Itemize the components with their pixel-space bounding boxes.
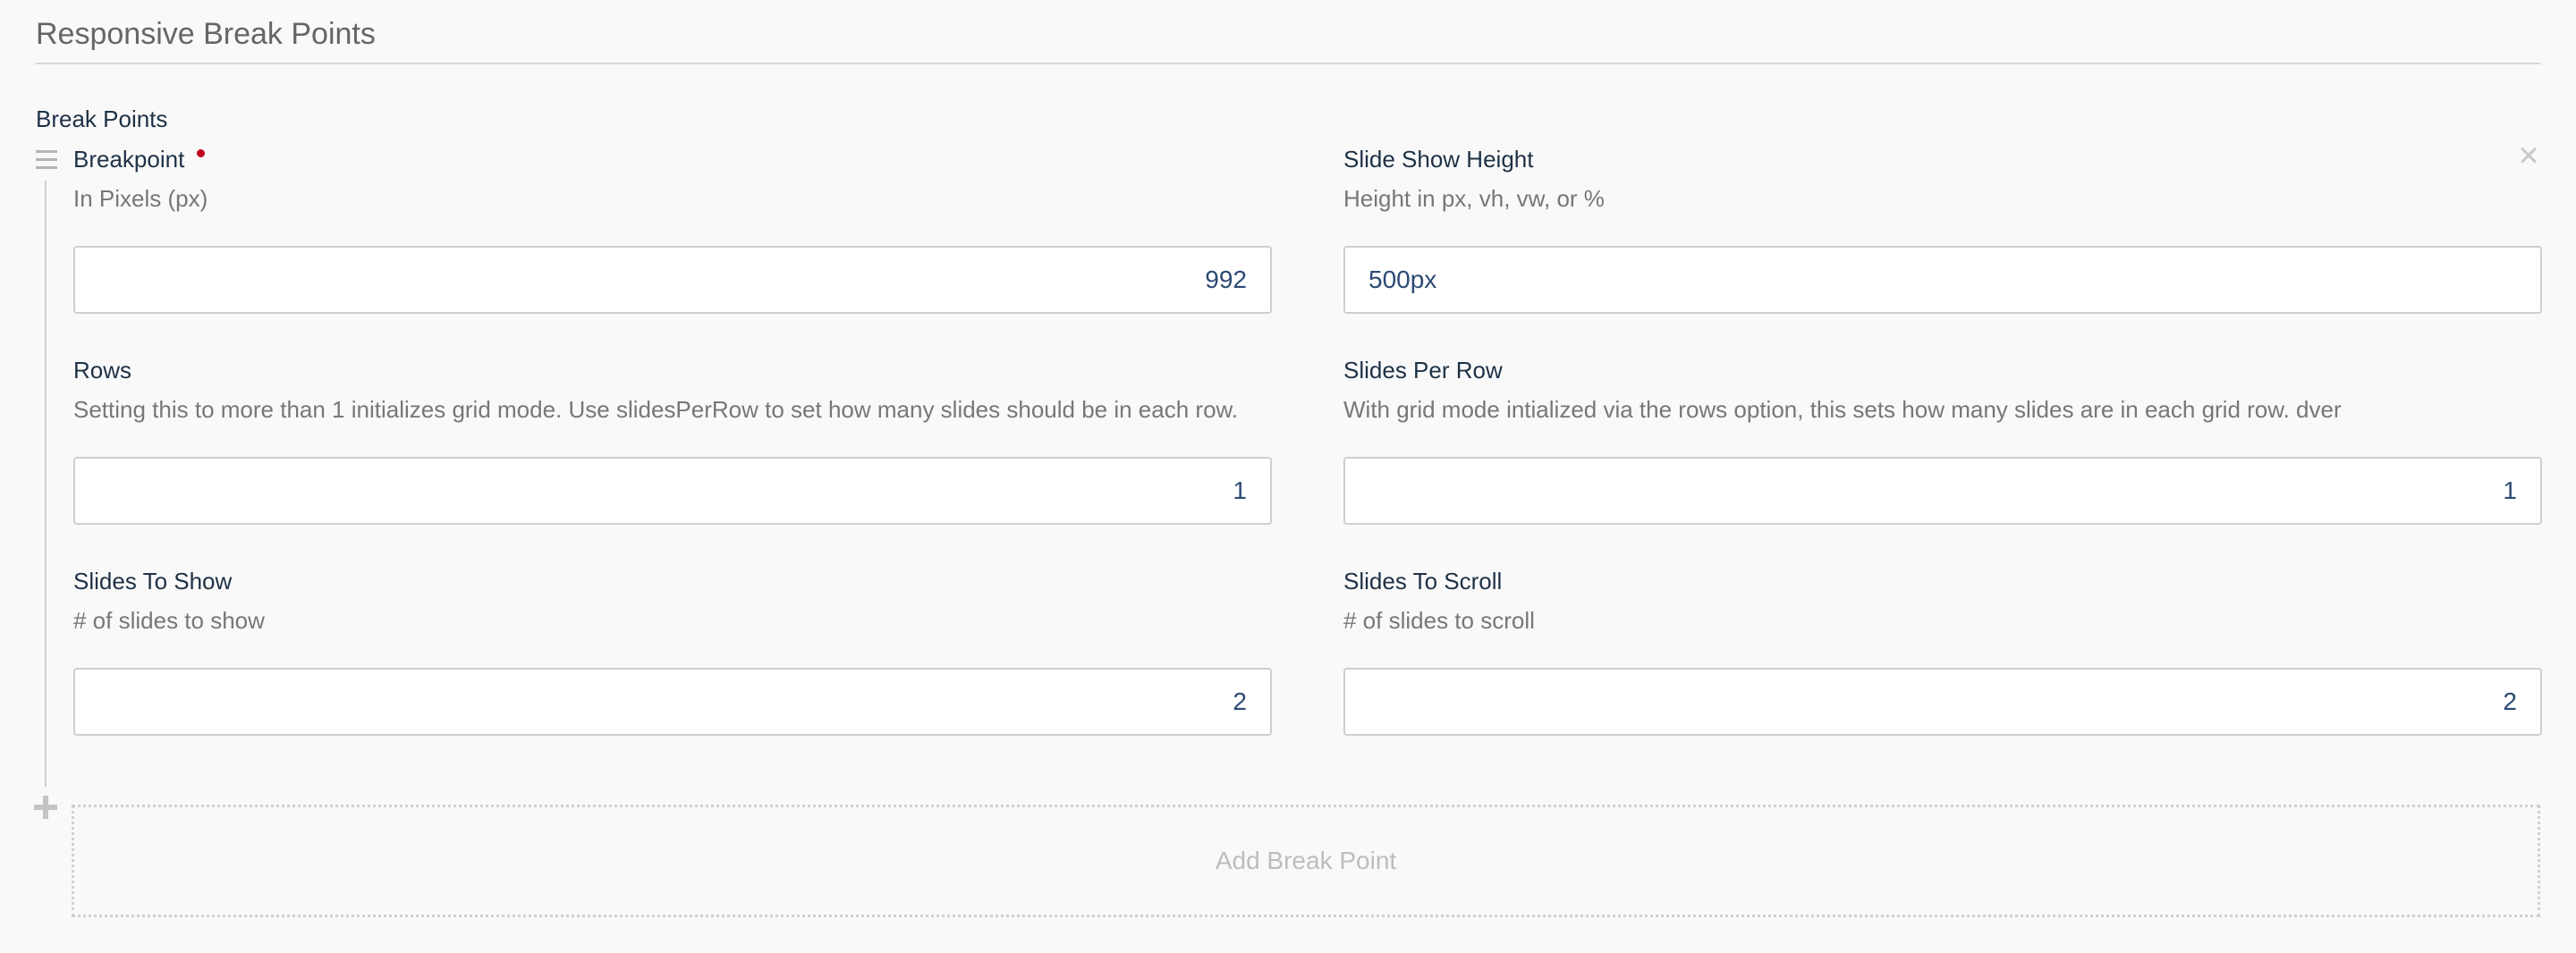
group-label: Break Points (36, 105, 168, 132)
slides-to-scroll-label: Slides To Scroll (1343, 568, 1503, 595)
section-title: Responsive Break Points (36, 17, 376, 51)
breakpoint-label: Breakpoint (73, 146, 185, 173)
slides-to-show-input[interactable] (73, 668, 1272, 736)
field-slides-to-scroll: Slides To Scroll # of slides to scroll (1343, 566, 2542, 736)
rows-description: Setting this to more than 1 initializes … (73, 396, 1239, 423)
rows-input[interactable] (73, 457, 1272, 525)
plus-icon[interactable] (34, 796, 57, 819)
repeater-item-line (45, 181, 47, 787)
field-slides-per-row: Slides Per Row With grid mode intialized… (1343, 355, 2542, 525)
slides-to-scroll-input[interactable] (1343, 668, 2542, 736)
add-break-point-button[interactable]: Add Break Point (72, 805, 2540, 917)
slides-per-row-input[interactable] (1343, 457, 2542, 525)
field-label: Rows (73, 355, 1272, 385)
slide-show-height-description: Height in px, vh, vw, or % (1343, 185, 1605, 212)
breakpoint-input[interactable] (73, 246, 1272, 314)
slides-to-show-description: # of slides to show (73, 607, 265, 634)
breakpoint-description: In Pixels (px) (73, 185, 208, 212)
field-slide-show-height: Slide Show Height Height in px, vh, vw, … (1343, 144, 2542, 314)
slides-per-row-label: Slides Per Row (1343, 357, 1503, 384)
slides-per-row-description: With grid mode intialized via the rows o… (1343, 396, 2342, 423)
field-label: Slide Show Height (1343, 144, 2542, 174)
slide-show-height-label: Slide Show Height (1343, 146, 1534, 173)
slides-to-show-label: Slides To Show (73, 568, 233, 595)
slides-to-scroll-description: # of slides to scroll (1343, 607, 1535, 634)
add-break-point-label: Add Break Point (1215, 847, 1397, 874)
slide-show-height-input[interactable] (1343, 246, 2542, 314)
section-divider (36, 63, 2540, 64)
field-breakpoint: Breakpoint In Pixels (px) (73, 144, 1272, 314)
rows-label: Rows (73, 357, 132, 384)
field-rows: Rows Setting this to more than 1 initial… (73, 355, 1272, 525)
field-slides-to-show: Slides To Show # of slides to show (73, 566, 1272, 736)
field-label: Slides To Show (73, 566, 1272, 596)
required-indicator (197, 148, 206, 157)
field-label: Slides To Scroll (1343, 566, 2542, 596)
field-label: Breakpoint (73, 144, 1272, 174)
field-label: Slides Per Row (1343, 355, 2542, 385)
drag-handle-icon[interactable] (36, 150, 59, 170)
